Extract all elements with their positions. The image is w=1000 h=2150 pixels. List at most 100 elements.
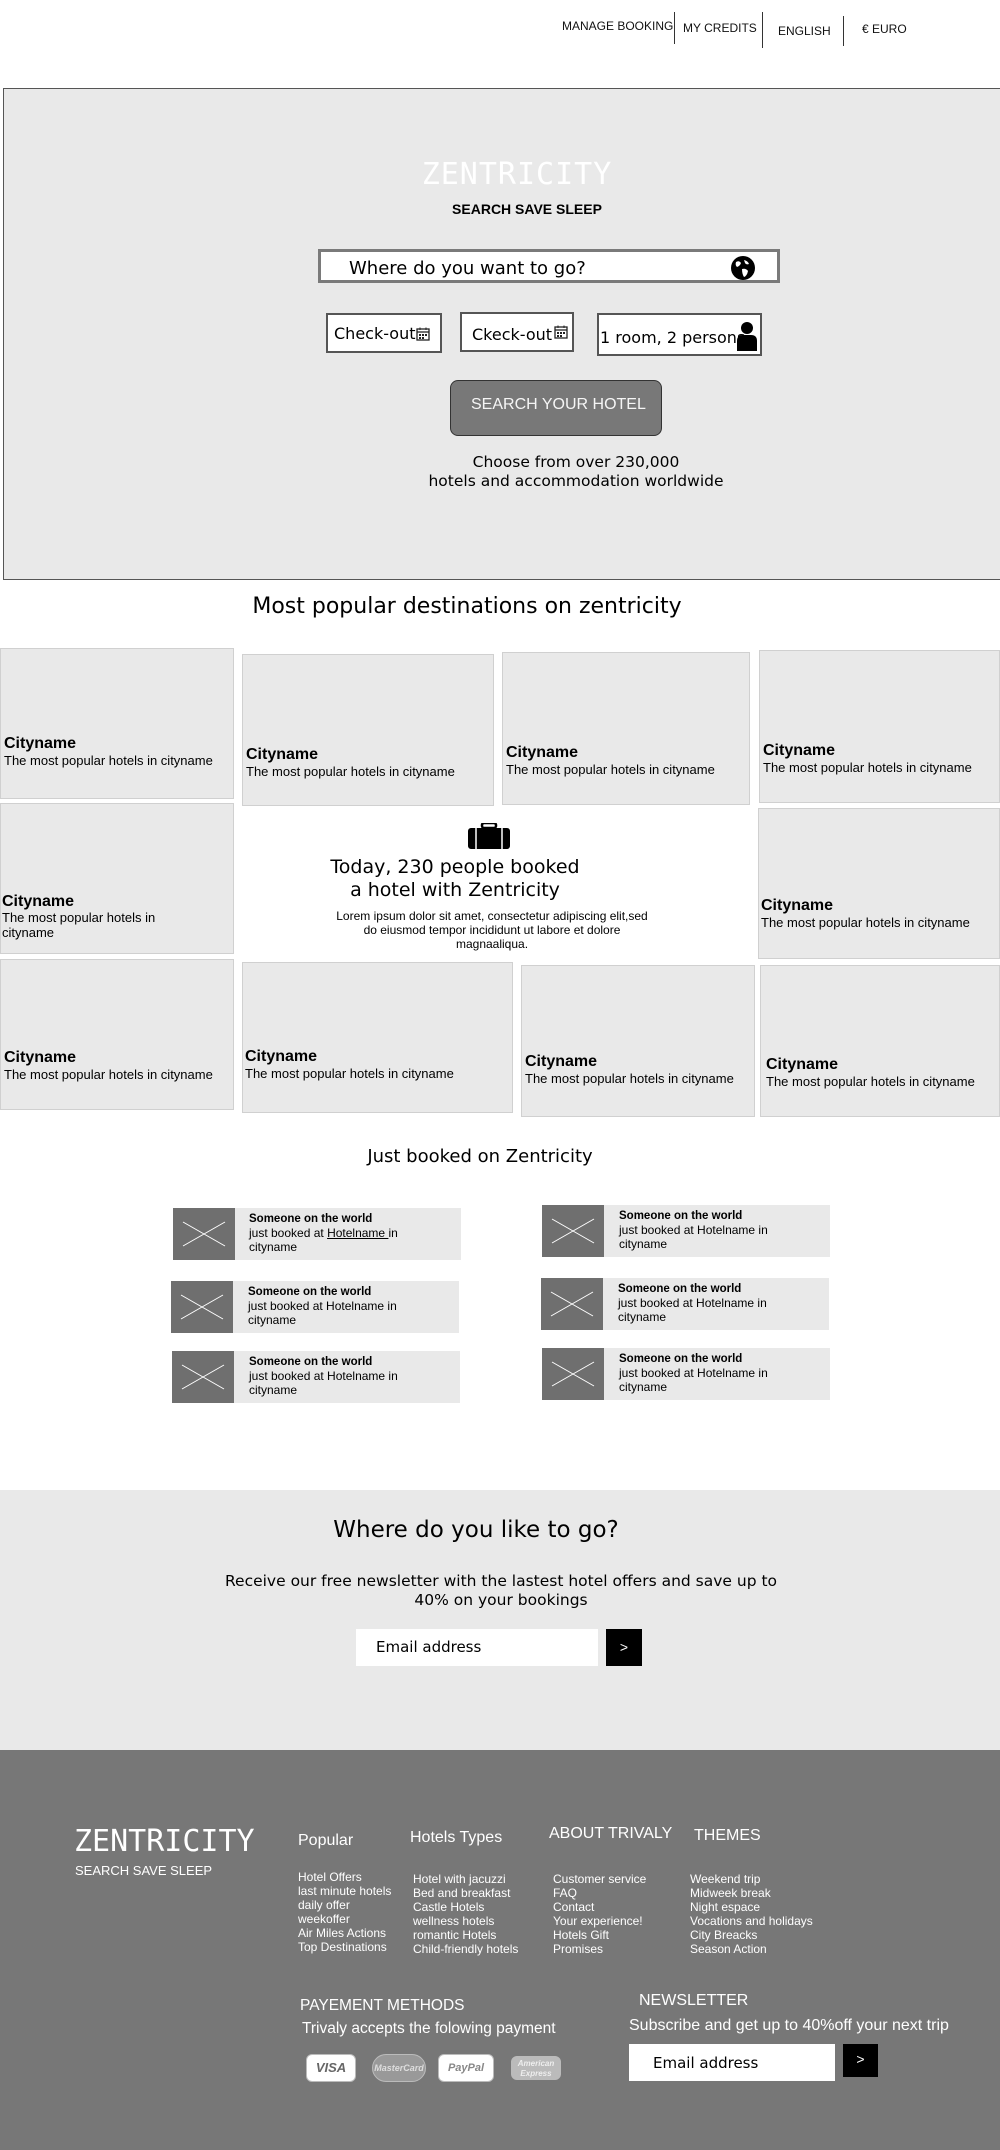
tile-city: Cityname — [525, 1053, 598, 1070]
footer-link[interactable]: Night espace — [690, 1900, 813, 1914]
nav-divider — [762, 12, 763, 48]
guests-rooms-field[interactable]: 1 room, 2 persons — [597, 313, 762, 356]
footer-hotel-types-title: Hotels Types — [410, 1829, 503, 1846]
suitcase-icon — [468, 823, 510, 849]
newsletter-submit-button[interactable]: > — [606, 1629, 642, 1666]
nav-manage-booking[interactable]: MANAGE BOOKING — [562, 19, 673, 33]
footer-link[interactable]: Customer service — [553, 1872, 646, 1886]
tile-city: Cityname — [763, 742, 836, 759]
destination-tile[interactable]: Cityname The most popular hotels in city… — [759, 650, 1000, 803]
nav-language[interactable]: ENGLISH — [778, 24, 831, 38]
destination-tile[interactable]: Cityname The most popular hotels in city… — [242, 962, 513, 1113]
booking-card: Someone on the world just booked at Hote… — [171, 1281, 459, 1333]
newsletter-email-input[interactable]: Email address — [356, 1629, 598, 1666]
booking-what: just booked at Hotelname in cityname — [619, 1223, 768, 1251]
newsletter-text: Receive our free newsletter with the las… — [224, 1572, 778, 1609]
destination-tile[interactable]: Cityname The most popular hotels in city… — [758, 808, 1000, 959]
destination-tile[interactable]: Cityname The most popular hotels in city… — [0, 959, 234, 1110]
footer-link[interactable]: romantic Hotels — [413, 1928, 518, 1942]
search-button-label: SEARCH YOUR HOTEL — [471, 396, 646, 413]
footer-link[interactable]: Season Action — [690, 1942, 813, 1956]
checkout-date-field[interactable]: Ckeck-out — [460, 312, 574, 352]
tile-desc: The most popular hotels in cityname — [766, 1074, 975, 1089]
booking-what: just booked at Hotelname in cityname — [249, 1369, 398, 1397]
tile-desc: cityname — [2, 925, 55, 940]
tile-desc: The most popular hotels in cityname — [525, 1071, 734, 1086]
footer-link[interactable]: last minute hotels — [298, 1884, 391, 1898]
booking-card: Someone on the world just booked at Hote… — [172, 1351, 460, 1403]
search-hotel-button[interactable]: SEARCH YOUR HOTEL — [450, 380, 662, 436]
hero-brand-logo: ZENTRICITY — [421, 157, 613, 192]
image-placeholder-icon — [171, 1281, 233, 1333]
footer-newsletter-title: NEWSLETTER — [639, 1992, 749, 2009]
footer-link[interactable]: FAQ — [553, 1886, 646, 1900]
footer-link[interactable]: Contact — [553, 1900, 646, 1914]
destination-search-input[interactable]: Where do you want to go? — [318, 249, 780, 283]
footer-tagline: SEARCH SAVE SLEEP — [75, 1863, 213, 1878]
booking-who: Someone on the world — [619, 1210, 743, 1222]
hero-tagline: SEARCH SAVE SLEEP — [452, 201, 602, 217]
globe-icon — [731, 256, 755, 280]
tile-city: Cityname — [4, 1049, 77, 1066]
footer-about-title: ABOUT TRIVALY — [549, 1825, 673, 1842]
hotel-link[interactable]: Hotelname — [327, 1226, 388, 1240]
checkout-label: Ckeck-out — [472, 325, 553, 344]
image-placeholder-icon — [173, 1208, 235, 1260]
tile-city: Cityname — [4, 735, 77, 752]
footer-link[interactable]: Air Miles Actions — [298, 1926, 391, 1940]
destination-tile[interactable]: Cityname The most popular hotels in city… — [502, 652, 750, 805]
tile-desc: The most popular hotels in — [2, 910, 156, 925]
footer-link[interactable]: Top Destinations — [298, 1940, 391, 1954]
footer-link[interactable]: wellness hotels — [413, 1914, 518, 1928]
checkin-label: Check-out — [334, 324, 416, 343]
booking-who: Someone on the world — [618, 1283, 742, 1295]
newsletter-section: Where do you like to go? Receive our fre… — [0, 1490, 1000, 1750]
destination-tile[interactable]: Cityname The most popular hotels in city… — [521, 965, 755, 1117]
footer-link[interactable]: Bed and breakfast — [413, 1886, 518, 1900]
booking-who: Someone on the world — [249, 1356, 373, 1368]
nav-my-credits[interactable]: MY CREDITS — [683, 21, 757, 35]
tile-city: Cityname — [761, 897, 834, 914]
tile-city: Cityname — [246, 746, 319, 763]
footer-link[interactable]: weekoffer — [298, 1912, 391, 1926]
footer-newsletter-submit-button[interactable]: > — [843, 2044, 878, 2077]
footer-link[interactable]: Your experience! — [553, 1914, 646, 1928]
footer-hotel-types-list: Hotel with jacuzzi Bed and breakfast Cas… — [413, 1872, 518, 1956]
booking-what: just booked at Hotelname in cityname — [619, 1366, 768, 1394]
footer-link[interactable]: Hotel with jacuzzi — [413, 1872, 518, 1886]
newsletter-title: Where do you like to go? — [333, 1517, 619, 1543]
footer-link[interactable]: Weekend trip — [690, 1872, 813, 1886]
calendar-icon — [554, 325, 568, 339]
destination-tile[interactable]: Cityname The most popular hotels in city… — [0, 803, 234, 954]
image-placeholder-icon — [172, 1351, 234, 1403]
booking-what: just booked at Hotelname in cityname — [248, 1299, 397, 1327]
payment-methods-title: PAYEMENT METHODS — [300, 1997, 465, 2014]
visa-icon: VISA — [306, 2054, 356, 2082]
booking-what: just booked at Hotelname in cityname — [618, 1296, 767, 1324]
footer-link[interactable]: Child-friendly hotels — [413, 1942, 518, 1956]
footer-link[interactable]: Vocations and holidays — [690, 1914, 813, 1928]
email-placeholder: Email address — [653, 2054, 759, 2072]
destination-tile[interactable]: Cityname The most popular hotels in city… — [242, 654, 494, 806]
mastercard-icon: MasterCard — [372, 2054, 426, 2082]
footer-link[interactable]: Midweek break — [690, 1886, 813, 1900]
footer-email-input[interactable]: Email address — [629, 2044, 835, 2081]
nav-currency[interactable]: € EURO — [862, 22, 907, 36]
footer-link[interactable]: Castle Hotels — [413, 1900, 518, 1914]
destination-tile[interactable]: Cityname The most popular hotels in city… — [760, 965, 1000, 1117]
destination-tile[interactable]: Cityname The most popular hotels in city… — [0, 648, 234, 799]
booking-what: just booked at Hotelname in cityname — [249, 1226, 398, 1254]
person-icon — [737, 322, 757, 351]
footer-link[interactable]: daily offer — [298, 1898, 391, 1912]
footer-link[interactable]: Hotels Gift — [553, 1928, 646, 1942]
hero-subtitle-line1: Choose from over 230,000 — [472, 453, 680, 471]
footer-link[interactable]: Promises — [553, 1942, 646, 1956]
booking-who: Someone on the world — [619, 1353, 743, 1365]
footer-link[interactable]: Hotel Offers — [298, 1870, 391, 1884]
destinations-title: Most popular destinations on zentricity — [252, 594, 682, 619]
tile-desc: The most popular hotels in cityname — [4, 753, 213, 768]
checkin-date-field[interactable]: Check-out — [326, 313, 442, 353]
footer-link[interactable]: City Breacks — [690, 1928, 813, 1942]
booking-card: Someone on the world just booked at Hote… — [173, 1208, 461, 1260]
booking-card: Someone on the world just booked at Hote… — [542, 1348, 830, 1400]
